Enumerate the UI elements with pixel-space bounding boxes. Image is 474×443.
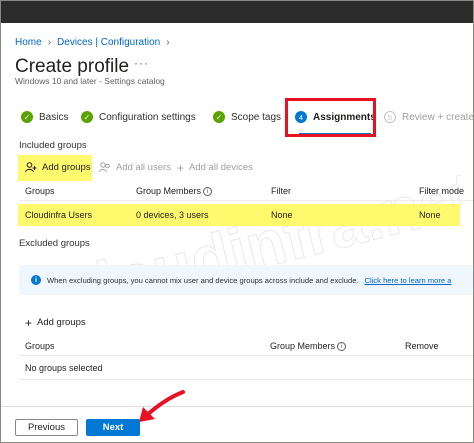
excluded-groups-heading: Excluded groups [19, 238, 90, 249]
page-title: Create profile [15, 56, 130, 77]
page-subtitle: Windows 10 and later - Settings catalog [15, 76, 165, 86]
step-configuration-settings[interactable]: ✓ Configuration settings [81, 111, 196, 123]
cell-filter-mode: None [419, 210, 441, 220]
more-options-button[interactable]: ··· [134, 56, 149, 70]
empty-state-text: No groups selected [25, 363, 103, 373]
check-circle-icon: ✓ [81, 111, 93, 123]
table-divider [19, 200, 473, 201]
column-header-remove: Remove [405, 341, 439, 351]
create-profile-page: Cloudinfra.net Home › Devices | Configur… [0, 0, 474, 443]
cell-filter[interactable]: None [271, 210, 293, 220]
chevron-right-icon: › [47, 37, 52, 48]
check-circle-icon: ✓ [213, 111, 225, 123]
add-all-devices-label: Add all devices [189, 162, 253, 173]
add-users-icon [99, 162, 110, 173]
step-label: Basics [39, 111, 69, 123]
cell-group-name[interactable]: Cloudinfra Users [25, 210, 92, 220]
cell-group-members: 0 devices, 3 users [136, 210, 209, 220]
check-circle-icon: ✓ [21, 111, 33, 123]
step-basics[interactable]: ✓ Basics [21, 111, 68, 123]
step-label: Scope tags [231, 111, 282, 123]
previous-button[interactable]: Previous [15, 419, 78, 436]
column-header-filter-mode: Filter mode [419, 186, 465, 196]
annotation-highlight-box [285, 98, 376, 137]
add-excluded-groups-button[interactable]: + Add groups [25, 315, 86, 330]
learn-more-link[interactable]: Click here to learn more a [365, 276, 452, 285]
column-header-group-members: Group Members i [136, 186, 213, 197]
step-review-create[interactable]: 5 Review + create [384, 111, 474, 123]
table-divider [19, 355, 473, 356]
plus-icon: + [25, 315, 33, 330]
banner-text: When excluding groups, you cannot mix us… [47, 275, 359, 285]
step-scope-tags[interactable]: ✓ Scope tags [213, 111, 281, 123]
chevron-right-icon: › [166, 37, 170, 48]
column-header-filter: Filter [271, 186, 291, 196]
plus-icon: + [177, 160, 185, 175]
table-divider [19, 379, 473, 380]
step-label: Configuration settings [99, 111, 196, 123]
column-header-label: Group Members [136, 186, 202, 196]
info-icon[interactable]: i [337, 342, 347, 352]
breadcrumb: Home › Devices | Configuration › [15, 37, 170, 48]
column-header-group-members: Group Members i [270, 341, 347, 352]
wizard-steps: ✓ Basics ✓ Configuration settings ✓ Scop… [21, 111, 474, 129]
add-all-users-label: Add all users [116, 162, 171, 173]
breadcrumb-devices-link[interactable]: Devices | Configuration [57, 37, 160, 48]
add-groups-label: Add groups [42, 162, 91, 173]
portal-top-bar [1, 1, 473, 23]
step-label: Review + create [402, 111, 474, 123]
add-all-devices-button[interactable]: + Add all devices [177, 160, 253, 175]
info-icon: i [31, 275, 41, 285]
column-header-groups: Groups [25, 341, 55, 351]
next-button[interactable]: Next [86, 419, 140, 436]
breadcrumb-home-link[interactable]: Home [15, 37, 42, 48]
add-group-icon [25, 162, 37, 173]
column-header-label: Group Members [270, 341, 336, 351]
footer-divider [1, 406, 473, 407]
info-icon[interactable]: i [203, 187, 213, 197]
add-groups-button[interactable]: Add groups [25, 162, 91, 173]
add-groups-label: Add groups [37, 317, 86, 328]
included-groups-heading: Included groups [19, 140, 87, 151]
add-all-users-button[interactable]: Add all users [99, 162, 171, 173]
step-number-badge: 5 [384, 111, 396, 123]
exclusion-info-banner: i When excluding groups, you cannot mix … [19, 265, 473, 295]
annotation-arrow-icon [139, 390, 185, 422]
column-header-groups: Groups [25, 186, 55, 196]
